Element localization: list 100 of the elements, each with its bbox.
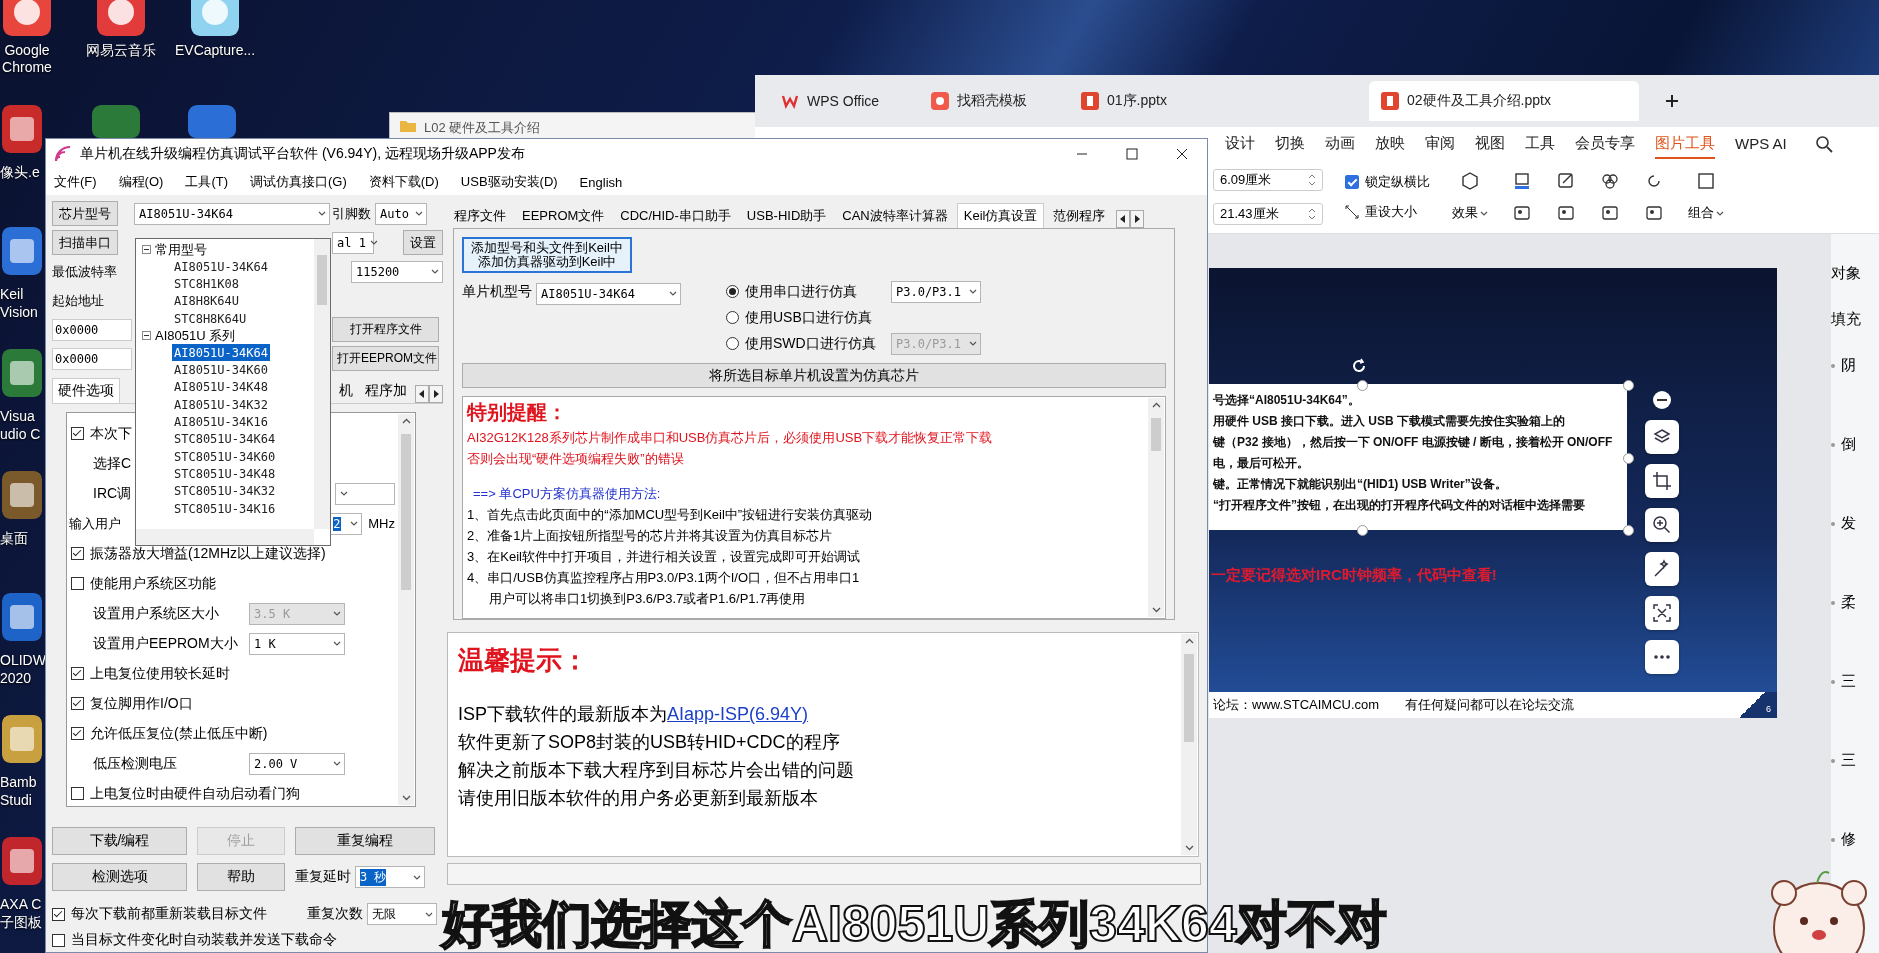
checkbox[interactable] — [71, 547, 84, 560]
tab[interactable]: Keil仿真设置 — [956, 203, 1045, 228]
tree-item[interactable]: STC8051U-34K32 — [172, 482, 278, 500]
scrollbar[interactable] — [136, 529, 314, 545]
menu-item[interactable]: 编程(O) — [118, 173, 164, 191]
resize-handle[interactable] — [1623, 453, 1634, 464]
action-button[interactable]: 检测选项 — [52, 863, 187, 891]
app-icon[interactable] — [2, 837, 42, 885]
tab[interactable]: 程序加 — [359, 378, 413, 403]
tree-group[interactable]: AI8051U 系列 — [155, 326, 236, 345]
desktop-icon-label[interactable]: 2020 — [0, 669, 46, 687]
radio-button[interactable] — [726, 337, 739, 351]
scrollbar[interactable] — [398, 414, 414, 805]
tab[interactable]: 程序文件 — [447, 203, 513, 228]
dropdown[interactable]: AI8051U-34K64 — [536, 282, 681, 305]
cube-icon[interactable] — [1460, 171, 1480, 191]
tab[interactable]: CDC/HID-串口助手 — [613, 203, 738, 228]
magic-wand-button[interactable] — [1645, 552, 1679, 586]
zoom-in-button[interactable] — [1645, 508, 1679, 542]
tab[interactable]: 硬件选项 — [52, 378, 120, 403]
checkbox[interactable] — [52, 907, 65, 921]
tab[interactable]: 范例程序 — [1046, 203, 1113, 228]
tree-item[interactable]: AI8051U-34K64 — [172, 344, 270, 362]
scrollbar-thumb[interactable] — [1151, 418, 1161, 452]
resize-handle[interactable] — [1357, 525, 1368, 536]
menu-item[interactable]: 文件(F) — [54, 173, 97, 191]
app-icon[interactable] — [97, 0, 145, 36]
expander-icon[interactable] — [142, 245, 151, 254]
dropdown[interactable]: P3.0/P3.1 — [891, 280, 981, 303]
tree-group[interactable]: 常用型号 — [155, 240, 207, 259]
radio-button[interactable] — [726, 285, 739, 299]
document-tab[interactable]: 01序.pptx — [1069, 81, 1219, 121]
tree-item[interactable]: AI8051U-34K64 — [172, 258, 270, 276]
expander-icon[interactable] — [142, 331, 151, 341]
menu-item[interactable]: English — [579, 174, 623, 190]
tree-item[interactable]: AI8051U-34K48 — [172, 378, 270, 397]
dropdown[interactable]: 3 秒 — [355, 866, 425, 888]
add-to-keil-button[interactable]: 添加型号和头文件到Keil中 添加仿真器驱动到Keil中 — [462, 237, 632, 273]
ribbon-tab[interactable]: 视图 — [1475, 129, 1505, 159]
checkbox[interactable] — [71, 667, 84, 680]
app-icon[interactable] — [2, 715, 42, 763]
desktop-icon-label[interactable]: 子图板 — [0, 913, 42, 931]
plus-icon[interactable] — [1665, 94, 1679, 108]
menu-item[interactable]: 调试仿真接口(G) — [250, 173, 347, 191]
dropdown[interactable]: Auto — [375, 202, 427, 225]
tree-item[interactable]: AI8051U-34K60 — [172, 361, 270, 379]
tree-item[interactable]: STC8H8K64U — [172, 309, 249, 328]
right-arrow-button[interactable] — [1130, 210, 1145, 228]
tree-item[interactable]: AI8H8K64U — [172, 292, 242, 310]
tab[interactable]: CAN波特率计算器 — [835, 203, 955, 228]
dropdown[interactable]: 无限 — [367, 903, 437, 925]
picture-icon[interactable] — [1644, 203, 1664, 223]
reset-size-button[interactable]: 重设大小 — [1345, 203, 1430, 221]
left-arrow-button[interactable] — [415, 385, 429, 403]
version-link[interactable]: AIapp-ISP(6.94Y) — [667, 704, 809, 724]
checkbox[interactable] — [71, 727, 84, 740]
tree-item[interactable]: AI8051U-34K32 — [172, 396, 270, 414]
ribbon-tab[interactable]: 放映 — [1375, 129, 1405, 159]
panel-item[interactable]: 发 — [1841, 514, 1856, 533]
tree-item[interactable]: STC8H1K08 — [172, 275, 242, 293]
action-button[interactable]: 重复编程 — [295, 827, 435, 855]
checkbox[interactable] — [71, 577, 84, 590]
app-icon[interactable] — [3, 0, 51, 36]
desktop-icon-label[interactable]: Studi — [0, 791, 37, 809]
desktop-icon-label[interactable]: EVCapture... — [175, 42, 255, 59]
checkbox[interactable] — [71, 697, 84, 710]
menu-item[interactable]: 资料下载(D) — [368, 173, 439, 191]
desktop-icon-label[interactable]: Vision — [0, 303, 38, 321]
number-field[interactable]: 6.09厘米 — [1213, 169, 1323, 191]
panel-item[interactable]: 倒 — [1841, 435, 1856, 454]
radio-button[interactable] — [726, 311, 739, 325]
resize-handle[interactable] — [1623, 525, 1634, 536]
checkbox[interactable] — [71, 787, 84, 800]
ribbon-tab[interactable]: 图片工具 — [1655, 129, 1715, 159]
fill-color-icon[interactable] — [1512, 171, 1532, 191]
ribbon-tab[interactable]: 审阅 — [1425, 129, 1455, 159]
checkbox[interactable] — [1345, 175, 1359, 189]
scrollbar-thumb[interactable] — [317, 255, 327, 305]
scrollbar[interactable] — [1148, 398, 1164, 617]
scrollbar[interactable] — [1181, 634, 1197, 855]
settings-button[interactable]: 设置 — [403, 230, 443, 255]
document-tab[interactable]: 02硬件及工具介绍.pptx — [1369, 81, 1639, 121]
scrollbar[interactable] — [314, 239, 330, 529]
ribbon-tab[interactable]: 会员专享 — [1575, 129, 1635, 159]
right-arrow-button[interactable] — [429, 385, 443, 403]
menu-item[interactable]: USB驱动安装(D) — [460, 173, 558, 191]
left-arrow-button[interactable] — [1116, 210, 1131, 228]
panel-item[interactable]: 柔 — [1841, 593, 1856, 612]
frame-icon[interactable] — [1696, 171, 1716, 191]
ribbon-tab[interactable]: 切换 — [1275, 129, 1305, 159]
panel-item[interactable]: 三 — [1841, 672, 1856, 691]
layers-button[interactable] — [1645, 420, 1679, 454]
resize-handle[interactable] — [1357, 380, 1368, 391]
tree-item[interactable]: STC8051U-34K64 — [172, 430, 278, 448]
more-button[interactable] — [1645, 640, 1679, 674]
group-menu[interactable]: 组合 — [1688, 204, 1724, 222]
desktop-icon-label[interactable]: 网易云音乐 — [81, 42, 161, 59]
number-field[interactable]: 21.43厘米 — [1213, 203, 1323, 225]
dropdown[interactable]: 2.00 V — [249, 752, 345, 775]
app-icon[interactable] — [2, 471, 42, 519]
